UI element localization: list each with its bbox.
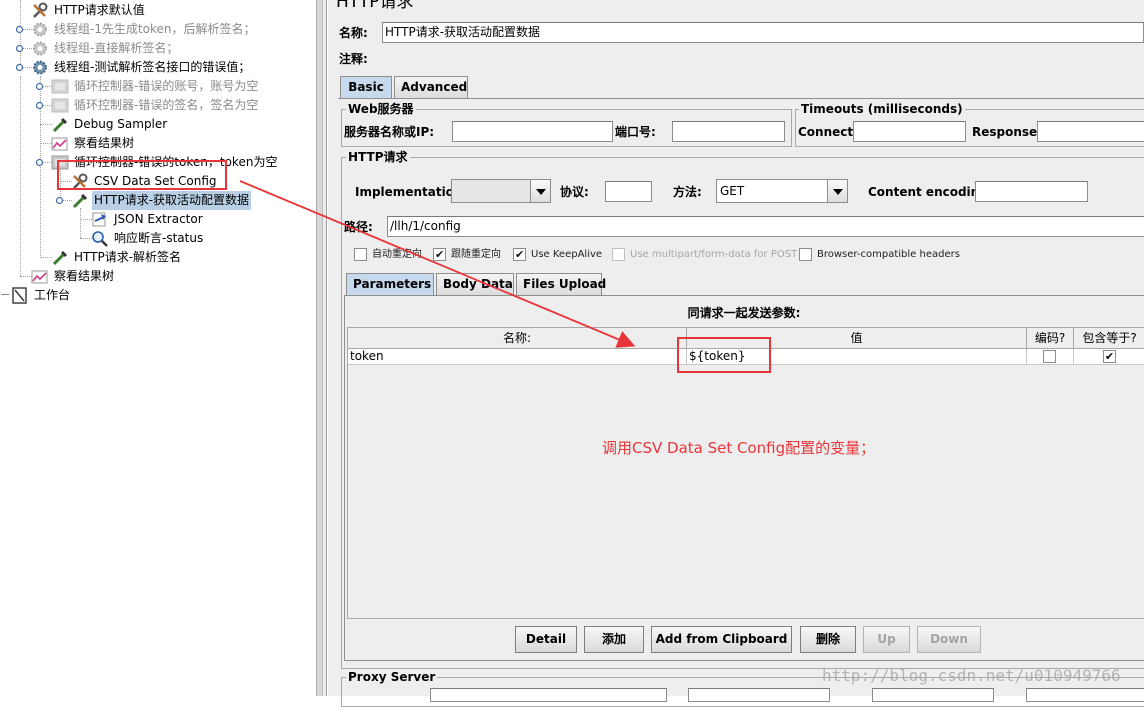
watermark: http://blog.csdn.net/u010949766 [822, 666, 1121, 685]
annotation-arrow [239, 180, 636, 348]
